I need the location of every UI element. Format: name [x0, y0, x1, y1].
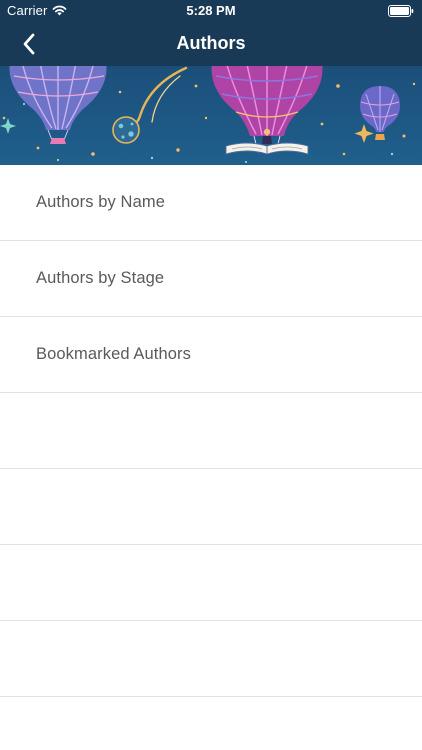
- navigation-bar: Authors: [0, 22, 422, 66]
- page-title: Authors: [176, 33, 246, 53]
- status-time: 5:28 PM: [186, 3, 236, 18]
- status-bar: Carrier 5:28 PM: [0, 0, 422, 22]
- battery-full-icon: [388, 5, 414, 17]
- list-item-label: Authors by Name: [36, 193, 165, 211]
- header-banner: [0, 66, 422, 165]
- list-item-label: Authors by Stage: [36, 269, 165, 287]
- list-item-label: Bookmarked Authors: [36, 345, 191, 363]
- empty-list-row: [0, 469, 422, 545]
- empty-list-row: [0, 621, 422, 697]
- list-item-bookmarked-authors[interactable]: Bookmarked Authors: [0, 317, 422, 393]
- top-bar: Carrier 5:28 PM Authors: [0, 0, 422, 66]
- list-item-authors-by-name[interactable]: Authors by Name: [0, 165, 422, 241]
- empty-list-row: [0, 393, 422, 469]
- author-menu-list: Authors by Name Authors by Stage Bookmar…: [0, 165, 422, 697]
- hot-air-balloons-illustration: [0, 66, 422, 165]
- empty-list-row: [0, 545, 422, 621]
- list-item-authors-by-stage[interactable]: Authors by Stage: [0, 241, 422, 317]
